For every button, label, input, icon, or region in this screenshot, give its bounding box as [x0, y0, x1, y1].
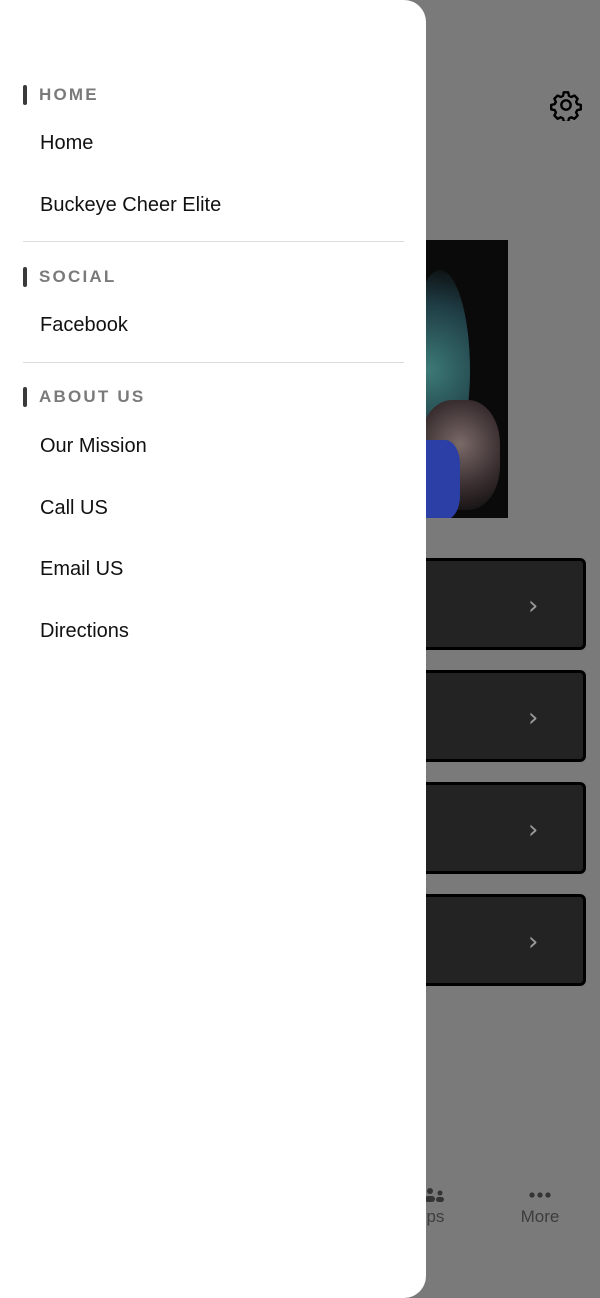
divider	[23, 362, 404, 363]
more-dots-icon	[510, 1185, 570, 1207]
section-header-home: HOME	[23, 85, 99, 105]
section-title: ABOUT US	[39, 387, 146, 406]
section-header-social: SOCIAL	[23, 267, 116, 287]
chevron-right-icon: ›	[528, 927, 539, 957]
divider	[23, 241, 404, 242]
menu-item-call-us[interactable]: Call US	[40, 497, 108, 520]
navigation-drawer: HOME Home Buckeye Cheer Elite SOCIAL Fac…	[0, 0, 426, 1298]
content-card[interactable]: ›	[400, 782, 586, 874]
menu-item-home[interactable]: Home	[40, 132, 93, 155]
menu-item-buckeye-cheer-elite[interactable]: Buckeye Cheer Elite	[40, 194, 221, 217]
section-title: SOCIAL	[39, 267, 117, 286]
section-title: HOME	[39, 85, 99, 104]
content-card[interactable]: ›	[400, 558, 586, 650]
content-card[interactable]: ›	[400, 670, 586, 762]
content-card[interactable]: ›	[400, 894, 586, 986]
section-header-about-us: ABOUT US	[23, 387, 145, 407]
menu-item-facebook[interactable]: Facebook	[40, 314, 128, 337]
menu-item-email-us[interactable]: Email US	[40, 558, 123, 581]
menu-item-our-mission[interactable]: Our Mission	[40, 435, 147, 458]
chevron-right-icon: ›	[528, 591, 539, 621]
gear-icon[interactable]	[550, 89, 582, 121]
menu-item-directions[interactable]: Directions	[40, 620, 129, 643]
tab-more[interactable]: More	[510, 1185, 570, 1227]
tab-more-label: More	[520, 1207, 560, 1226]
section-marker	[23, 267, 27, 287]
section-marker	[23, 387, 27, 407]
section-marker	[23, 85, 27, 105]
chevron-right-icon: ›	[528, 815, 539, 845]
chevron-right-icon: ›	[528, 703, 539, 733]
